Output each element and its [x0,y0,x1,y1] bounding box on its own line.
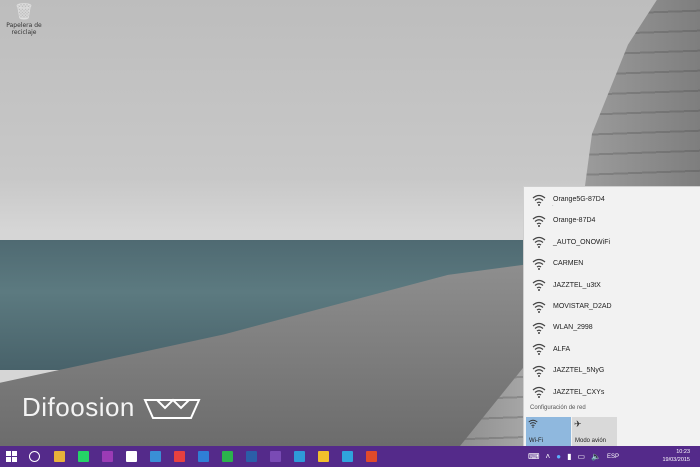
wifi-signal-icon [532,258,546,270]
network-list-item[interactable]: WLAN_2998 [524,317,700,338]
wifi-signal-icon [532,365,546,377]
airplane-mode-quick-action[interactable]: ✈ Modo avión [572,417,617,447]
input-language[interactable]: ESP [607,454,619,460]
recycle-bin[interactable]: 🗑 Papelera de reciclaje [4,4,44,36]
clock-date: 19/03/2015 [662,457,690,463]
sync-icon[interactable]: ● [556,452,561,461]
network-name: JAZZTEL_5NyG [553,367,605,375]
clock[interactable]: 10:23 19/03/2015 [662,448,690,464]
network-list-item[interactable]: JAZZTEL_5NyG [524,360,700,381]
network-list-item[interactable]: JAZZTEL_CXYs [524,382,700,403]
taskbar-app-button[interactable] [196,449,211,464]
wifi-signal-icon [532,322,546,334]
taskbar: ⌨ ˄ ● ▮ ▭ 🔈 ESP 10:23 19/03/2015 [0,446,700,467]
wifi-signal-icon [532,344,546,356]
store-icon [126,451,137,462]
taskbar-app-button[interactable] [364,449,379,464]
office-icon [366,451,377,462]
wifi-signal-icon [532,301,546,313]
network-list-item[interactable]: Orange5G-87D4 · [524,189,700,210]
wifi-tile-label: Wi-Fi [529,438,543,444]
trello-icon [150,451,161,462]
taskbar-app-button[interactable] [124,449,139,464]
watermark: Difoosion [22,392,201,423]
battery-icon[interactable]: ▭ [577,452,585,461]
taskbar-app-button[interactable] [244,449,259,464]
network-name: _AUTO_ONOWiFi [553,238,611,246]
network-list-item[interactable]: _AUTO_ONOWiFi [524,232,700,253]
pixelmator-icon [270,451,281,462]
pocket-icon [174,451,185,462]
network-name: JAZZTEL_CXYs [553,388,605,396]
taskbar-app-button[interactable] [148,449,163,464]
cortana-icon [29,451,40,462]
taskbar-app-button[interactable] [52,449,67,464]
network-name: ALFA [553,345,571,353]
network-icon[interactable]: ▮ [567,452,571,461]
start-button[interactable] [4,449,19,464]
network-list-item[interactable]: CARMEN [524,253,700,274]
airplane-tile-label: Modo avión [575,438,607,444]
system-tray: ⌨ ˄ ● ▮ ▭ 🔈 ESP [528,446,619,467]
network-name: JAZZTEL_u3tX [553,281,601,289]
wifi-quick-action[interactable]: Wi-Fi [526,417,571,447]
clock-time: 10:23 [676,449,690,455]
network-name: MOVISTAR_D2AD [553,303,612,310]
taskbar-app-button[interactable] [172,449,187,464]
wifi-signal-icon [532,215,546,227]
boat-logo-icon [143,398,201,419]
recycle-bin-icon: 🗑 [13,4,35,21]
taskbar-app-button[interactable] [316,449,331,464]
network-name: Orange5G-87D4 [553,196,605,203]
wifi-signal-icon [532,386,546,399]
wifi-signal-icon [532,194,546,206]
network-flyout: Orange5G-87D4 · Orange-87D4 _AUTO_ONOWiFi CA… [523,186,700,447]
show-hidden-icons-icon[interactable]: ˄ [546,452,551,461]
taskbar-app-button[interactable] [100,449,115,464]
wifi-signal-icon [532,237,546,249]
network-name: CARMEN [553,260,584,268]
taskbar-app-button[interactable] [220,449,235,464]
onenote-icon [102,451,113,462]
visual-studio-icon [294,451,305,462]
network-name: Orange-87D4 [553,217,596,225]
network-list-item[interactable]: JAZZTEL_u3tX [524,275,700,296]
network-name: WLAN_2998 [553,324,593,332]
watermark-text: Difoosion [22,392,135,422]
airplane-icon: ✈ [574,419,582,429]
network-list-item[interactable]: Orange-87D4 [524,210,700,231]
cortana-search-button[interactable] [27,449,42,464]
network-list-item[interactable]: ALFA [524,339,700,360]
volume-icon[interactable]: 🔈 [591,452,601,461]
feedly-icon [222,451,233,462]
wifi-tile-icon [528,419,569,430]
whatsapp-icon [78,451,89,462]
taskbar-app-button[interactable] [76,449,91,464]
keyboard-icon[interactable]: ⌨ [528,452,540,461]
taskbar-app-button[interactable] [292,449,307,464]
photoshop-icon [246,451,257,462]
calendar-icon [198,451,209,462]
taskbar-app-button[interactable] [268,449,283,464]
recycle-bin-label: Papelera de reciclaje [6,22,42,36]
file-explorer-icon [54,451,65,462]
telegram-icon [342,451,353,462]
wifi-signal-icon [532,279,546,292]
chrome-icon [318,451,329,462]
windows-logo-icon [6,451,17,462]
network-status: · [552,203,554,209]
network-list-item[interactable]: MOVISTAR_D2AD [524,296,700,317]
taskbar-app-button[interactable] [340,449,355,464]
network-settings-link[interactable]: Configuración de red [530,405,586,411]
